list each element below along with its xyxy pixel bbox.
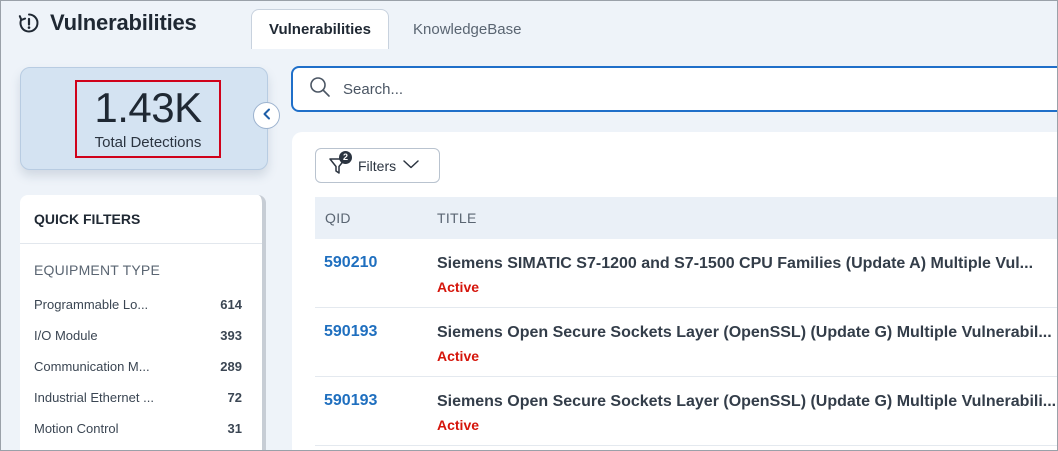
quick-filters-panel: QUICK FILTERS EQUIPMENT TYPE Programmabl… (20, 195, 266, 451)
search-bar (291, 66, 1058, 112)
filter-item-count: 289 (220, 359, 242, 374)
filter-item-label: Industrial Ethernet ... (34, 390, 154, 405)
total-detections-label: Total Detections (94, 134, 202, 151)
alert-clock-icon (18, 12, 40, 34)
filters-button[interactable]: 2 Filters (315, 148, 440, 183)
vulnerability-title: Siemens SIMATIC S7-1200 and S7-1500 CPU … (437, 255, 1034, 272)
filters-label: Filters (358, 157, 397, 174)
filter-item[interactable]: I/O Module 393 (20, 320, 262, 351)
total-detections-value: 1.43K (94, 84, 202, 131)
qid-link[interactable]: 590193 (324, 392, 377, 410)
total-detections-card[interactable]: 1.43K Total Detections (20, 67, 268, 170)
chevron-left-icon (262, 107, 272, 125)
status-badge: Active (437, 348, 480, 364)
vulnerability-title: Siemens Open Secure Sockets Layer (OpenS… (437, 393, 1057, 410)
tab-knowledgebase[interactable]: KnowledgeBase (395, 9, 539, 49)
app-header: Vulnerabilities (18, 10, 197, 36)
status-badge: Active (437, 417, 480, 433)
vulnerability-list-card: 2 Filters QID TITLE 590210 Siemens SIMAT… (292, 132, 1058, 451)
equipment-type-list: Programmable Lo... 614 I/O Module 393 Co… (20, 289, 262, 444)
quick-filters-title: QUICK FILTERS (20, 195, 262, 244)
filter-item-label: Motion Control (34, 421, 119, 436)
filter-item-label: Programmable Lo... (34, 297, 149, 312)
collapse-panel-button[interactable] (253, 102, 280, 129)
column-header-title[interactable]: TITLE (437, 210, 477, 226)
search-icon (309, 76, 331, 103)
qid-link[interactable]: 590210 (324, 254, 377, 272)
filter-item[interactable]: Industrial Ethernet ... 72 (20, 382, 262, 413)
qid-link[interactable]: 590193 (324, 323, 377, 341)
equipment-type-heading: EQUIPMENT TYPE (34, 262, 160, 278)
tab-bar: Vulnerabilities KnowledgeBase (251, 9, 539, 49)
search-input[interactable] (343, 80, 943, 98)
filter-item-label: I/O Module (34, 328, 98, 343)
highlight-box: 1.43K Total Detections (75, 80, 221, 158)
tab-vulnerabilities[interactable]: Vulnerabilities (251, 9, 389, 49)
table-header: QID TITLE (315, 197, 1058, 239)
filter-item[interactable]: Communication M... 289 (20, 351, 262, 382)
table-row[interactable]: 590193 Siemens Open Secure Sockets Layer… (315, 377, 1058, 446)
filter-item-label: Communication M... (34, 359, 150, 374)
filter-item-count: 614 (220, 297, 242, 312)
filter-item-count: 393 (220, 328, 242, 343)
column-header-qid[interactable]: QID (325, 210, 351, 226)
filter-count-badge: 2 (339, 150, 352, 164)
filter-item-count: 31 (227, 421, 242, 436)
table-row[interactable]: 590193 Siemens Open Secure Sockets Layer… (315, 308, 1058, 377)
status-badge: Active (437, 279, 480, 295)
filter-item-count: 72 (227, 390, 242, 405)
filter-item[interactable]: Motion Control 31 (20, 413, 262, 444)
filter-item[interactable]: Programmable Lo... 614 (20, 289, 262, 320)
table-row[interactable]: 590210 Siemens SIMATIC S7-1200 and S7-15… (315, 239, 1058, 308)
chevron-down-icon (402, 157, 420, 175)
vulnerability-title: Siemens Open Secure Sockets Layer (OpenS… (437, 324, 1052, 341)
page-title: Vulnerabilities (50, 10, 197, 35)
filter-icon: 2 (328, 150, 352, 177)
